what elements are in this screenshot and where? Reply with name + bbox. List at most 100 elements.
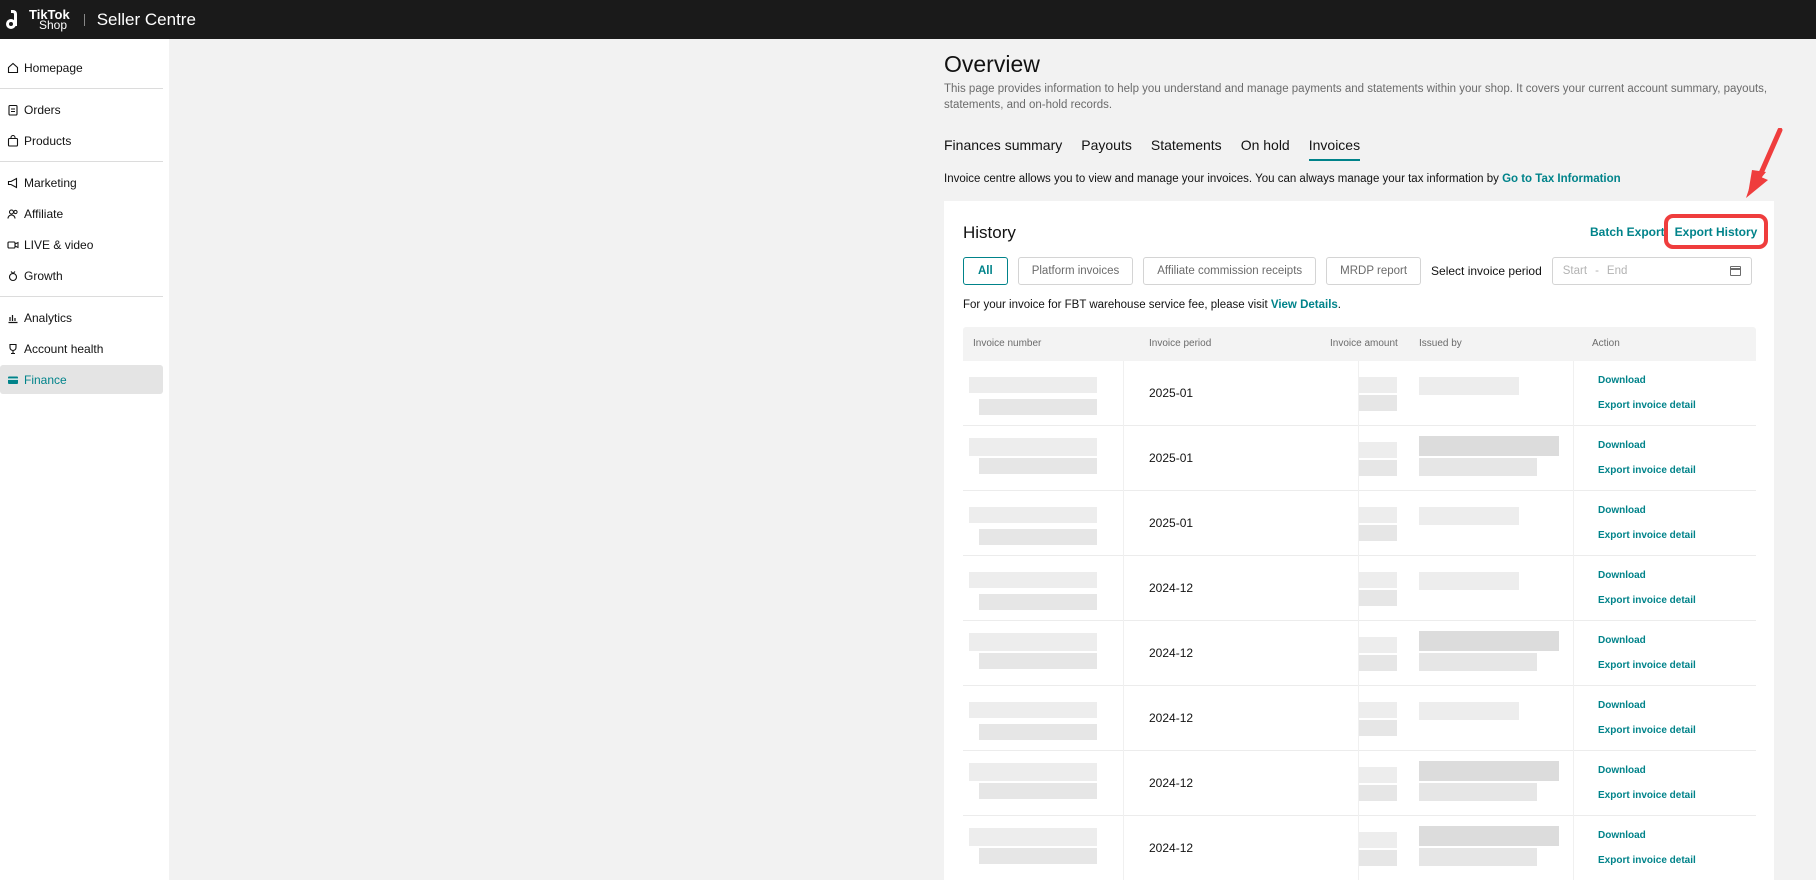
tax-info-link[interactable]: Go to Tax Information bbox=[1502, 173, 1621, 185]
table-row: 2024-12 Download Export invoice detail bbox=[963, 751, 1756, 816]
sidebar-item-live-video[interactable]: LIVE & video bbox=[0, 230, 163, 259]
invoice-amount-redacted bbox=[1359, 377, 1397, 393]
sidebar-item-growth[interactable]: Growth bbox=[0, 261, 163, 290]
divider bbox=[0, 161, 163, 162]
trophy-icon bbox=[6, 342, 19, 355]
export-history-button[interactable]: Export History bbox=[1664, 214, 1768, 249]
sidebar-item-analytics[interactable]: Analytics bbox=[0, 303, 163, 332]
invoice-amount-redacted bbox=[1359, 525, 1397, 541]
view-details-link[interactable]: View Details bbox=[1271, 299, 1338, 311]
page-title: Overview bbox=[944, 51, 1040, 77]
col-invoice-period: Invoice period bbox=[1149, 338, 1212, 349]
batch-export-button[interactable]: Batch Export bbox=[1590, 225, 1665, 239]
red-arrow-annotation bbox=[1746, 128, 1783, 198]
download-link[interactable]: Download bbox=[1598, 765, 1646, 776]
video-icon bbox=[6, 238, 19, 251]
filter-mrdp-report[interactable]: MRDP report bbox=[1326, 257, 1422, 285]
filter-all[interactable]: All bbox=[963, 257, 1008, 285]
table-header: Invoice number Invoice period Invoice am… bbox=[963, 327, 1756, 361]
invoice-period-value: 2025-01 bbox=[1149, 386, 1194, 400]
tab-payouts[interactable]: Payouts bbox=[1081, 137, 1132, 161]
col-issued-by: Issued by bbox=[1419, 338, 1462, 349]
download-link[interactable]: Download bbox=[1598, 635, 1646, 646]
download-link[interactable]: Download bbox=[1598, 505, 1646, 516]
tab-invoices[interactable]: Invoices bbox=[1308, 137, 1361, 161]
invoice-number-redacted bbox=[979, 529, 1097, 545]
invoice-info: Invoice centre allows you to view and ma… bbox=[944, 173, 1621, 185]
issued-by-redacted bbox=[1419, 572, 1519, 590]
home-icon bbox=[6, 61, 19, 74]
people-icon bbox=[6, 207, 19, 220]
sidebar-item-label: Marketing bbox=[24, 175, 77, 190]
sidebar-item-products[interactable]: Products bbox=[0, 126, 163, 155]
invoice-period-value: 2025-01 bbox=[1149, 451, 1194, 465]
issued-by-redacted bbox=[1419, 761, 1559, 781]
invoice-amount-redacted bbox=[1359, 637, 1397, 653]
tab-finances-summary[interactable]: Finances summary bbox=[944, 137, 1062, 161]
invoice-number-redacted bbox=[969, 438, 1097, 456]
tab-statements[interactable]: Statements bbox=[1151, 137, 1222, 161]
divider bbox=[0, 296, 163, 297]
download-link[interactable]: Download bbox=[1598, 700, 1646, 711]
issued-by-redacted bbox=[1419, 458, 1537, 476]
invoice-amount-redacted bbox=[1359, 767, 1397, 783]
card-icon bbox=[6, 373, 19, 386]
download-link[interactable]: Download bbox=[1598, 570, 1646, 581]
fbt-notice-text: For your invoice for FBT warehouse servi… bbox=[963, 299, 1271, 311]
sidebar-item-finance[interactable]: Finance bbox=[0, 365, 163, 394]
invoice-period-picker[interactable]: Start - End bbox=[1551, 257, 1752, 285]
invoice-number-redacted bbox=[979, 399, 1097, 415]
sidebar-item-orders[interactable]: Orders bbox=[0, 95, 163, 124]
bag-icon bbox=[6, 134, 19, 147]
tiktok-shop-logo[interactable]: TikTok Shop bbox=[6, 8, 70, 32]
sidebar-item-label: Orders bbox=[24, 102, 61, 117]
invoice-number-redacted bbox=[979, 783, 1097, 799]
invoice-filters: All Platform invoices Affiliate commissi… bbox=[963, 257, 1752, 285]
export-invoice-detail-link[interactable]: Export invoice detail bbox=[1598, 595, 1696, 606]
invoice-number-redacted bbox=[969, 763, 1097, 781]
download-link[interactable]: Download bbox=[1598, 830, 1646, 841]
tab-on-hold[interactable]: On hold bbox=[1241, 137, 1290, 161]
history-title: History bbox=[963, 223, 1016, 242]
export-invoice-detail-link[interactable]: Export invoice detail bbox=[1598, 790, 1696, 801]
export-invoice-detail-link[interactable]: Export invoice detail bbox=[1598, 660, 1696, 671]
issued-by-redacted bbox=[1419, 653, 1537, 671]
app-title: Seller Centre bbox=[96, 9, 196, 29]
export-invoice-detail-link[interactable]: Export invoice detail bbox=[1598, 465, 1696, 476]
filter-affiliate-commission-receipts[interactable]: Affiliate commission receipts bbox=[1143, 257, 1317, 285]
page-description: This page provides information to help y… bbox=[944, 83, 1768, 111]
filter-platform-invoices[interactable]: Platform invoices bbox=[1017, 257, 1134, 285]
invoice-amount-redacted bbox=[1359, 850, 1397, 866]
range-separator: - bbox=[1595, 265, 1599, 277]
history-card: History Batch Export Export History All … bbox=[944, 201, 1774, 880]
table-row: 2025-01 Download Export invoice detail bbox=[963, 491, 1756, 556]
export-invoice-detail-link[interactable]: Export invoice detail bbox=[1598, 530, 1696, 541]
download-link[interactable]: Download bbox=[1598, 440, 1646, 451]
export-invoice-detail-link[interactable]: Export invoice detail bbox=[1598, 400, 1696, 411]
table-body: 2025-01 Download Export invoice detail 2… bbox=[963, 361, 1756, 880]
invoice-number-redacted bbox=[979, 724, 1097, 740]
invoice-amount-redacted bbox=[1359, 395, 1397, 411]
calendar-icon bbox=[1729, 266, 1741, 276]
invoice-number-redacted bbox=[979, 848, 1097, 864]
issued-by-redacted bbox=[1419, 507, 1519, 525]
sidebar-item-account-health[interactable]: Account health bbox=[0, 334, 163, 363]
sidebar-item-homepage[interactable]: Homepage bbox=[0, 53, 163, 82]
invoice-amount-redacted bbox=[1359, 832, 1397, 848]
issued-by-redacted bbox=[1419, 826, 1559, 846]
sidebar-item-affiliate[interactable]: Affiliate bbox=[0, 199, 163, 228]
invoice-number-redacted bbox=[969, 828, 1097, 846]
sidebar-item-label: Growth bbox=[24, 268, 63, 283]
invoice-info-text: Invoice centre allows you to view and ma… bbox=[944, 173, 1503, 185]
col-invoice-number: Invoice number bbox=[973, 338, 1042, 349]
invoice-number-redacted bbox=[969, 377, 1097, 393]
sidebar-item-marketing[interactable]: Marketing bbox=[0, 168, 163, 197]
export-invoice-detail-link[interactable]: Export invoice detail bbox=[1598, 855, 1696, 866]
invoice-period-value: 2024-12 bbox=[1149, 711, 1194, 725]
col-action: Action bbox=[1592, 338, 1620, 349]
export-invoice-detail-link[interactable]: Export invoice detail bbox=[1598, 725, 1696, 736]
download-link[interactable]: Download bbox=[1598, 375, 1646, 386]
invoice-amount-redacted bbox=[1359, 442, 1397, 458]
invoice-period-label: Select invoice period bbox=[1431, 264, 1542, 278]
sidebar-item-label: Finance bbox=[24, 372, 67, 387]
